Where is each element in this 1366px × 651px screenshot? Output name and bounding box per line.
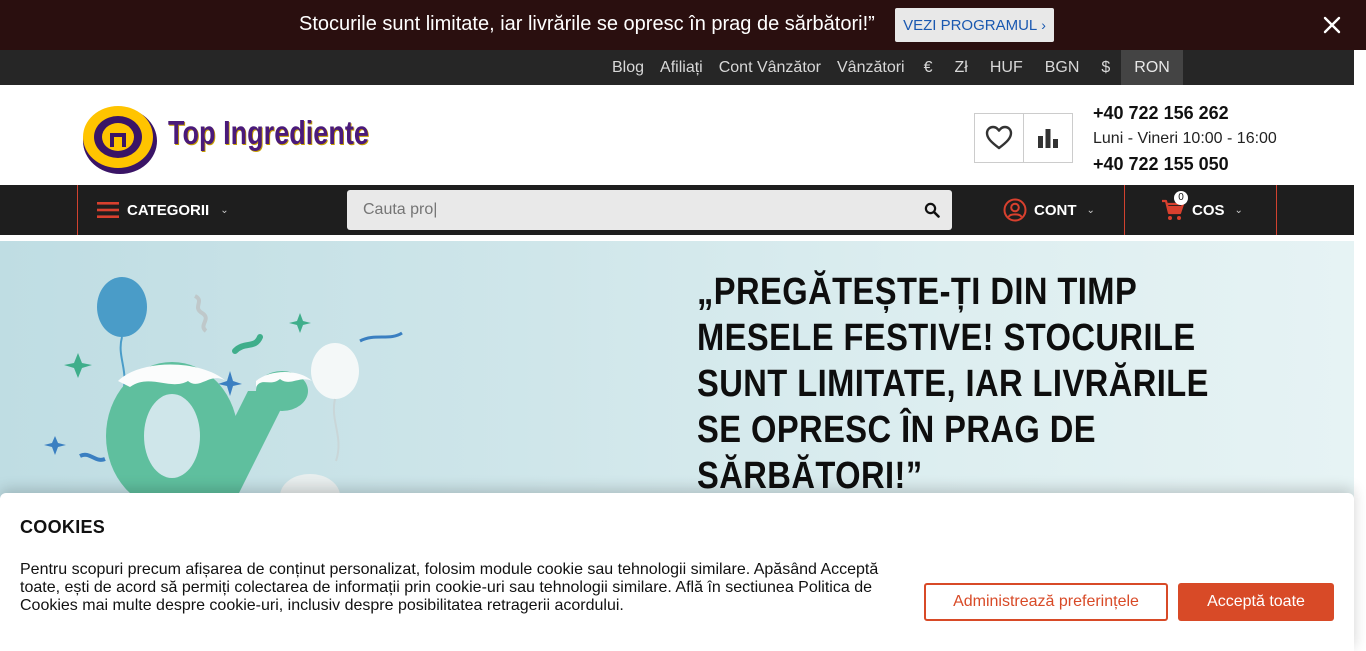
logo-text: Top Ingrediente	[168, 114, 369, 151]
cart-menu[interactable]: 0 COS ⌄	[1125, 185, 1277, 235]
accept-all-button[interactable]: Acceptă toate	[1178, 583, 1334, 621]
phone-secondary[interactable]: +40 722 155 050	[1093, 154, 1277, 179]
announcement-bar: Stocurile sunt limitate, iar livrările s…	[0, 0, 1366, 50]
compare-button[interactable]	[1023, 113, 1073, 163]
search-bar	[347, 190, 952, 230]
logo-emblem-icon	[83, 106, 157, 174]
business-hours: Luni - Vineri 10:00 - 16:00	[1093, 130, 1277, 147]
cookie-title: COOKIES	[20, 517, 106, 537]
view-schedule-label: VEZI PROGRAMUL	[903, 16, 1038, 34]
contact-info: +40 722 156 262 Luni - Vineri 10:00 - 16…	[1093, 103, 1277, 179]
hero-banner[interactable]: „Pregătește-ți din timp mesele festive! …	[0, 241, 1354, 501]
hamburger-icon	[97, 202, 119, 218]
cookie-banner: COOKIES Pentru scopuri precum afișarea d…	[0, 493, 1354, 651]
site-header: Top Ingrediente +40 722 156 262 Luni - V…	[0, 85, 1354, 185]
cookie-description: Pentru scopuri precum afișarea de conțin…	[20, 561, 879, 614]
heart-icon	[985, 125, 1013, 150]
cart-count-badge: 0	[1174, 191, 1188, 205]
account-menu[interactable]: CONT ⌄	[988, 185, 1125, 235]
top-links-bar: Blog Afiliați Cont Vânzător Vânzători € …	[0, 50, 1354, 85]
top-link-sellers[interactable]: Vânzători	[829, 50, 913, 85]
currency-pln[interactable]: Zł	[944, 50, 979, 85]
currency-bgn[interactable]: BGN	[1034, 50, 1091, 85]
festive-percent-illustration	[44, 277, 403, 501]
announcement-text: Stocurile sunt limitate, iar livrările s…	[299, 13, 875, 35]
chevron-right-icon: ›	[1041, 17, 1046, 33]
phone-primary[interactable]: +40 722 156 262	[1093, 103, 1277, 128]
search-icon[interactable]	[924, 202, 940, 218]
account-label: CONT	[1034, 201, 1077, 219]
currency-ron[interactable]: RON	[1121, 50, 1183, 85]
currency-eur[interactable]: €	[913, 50, 944, 85]
currency-usd[interactable]: $	[1090, 50, 1121, 85]
main-nav: CATEGORII ⌄ CONT ⌄ 0 COS ⌄	[0, 185, 1354, 235]
site-logo[interactable]: Top Ingrediente	[80, 99, 410, 175]
view-schedule-button[interactable]: VEZI PROGRAMUL ›	[895, 8, 1054, 42]
chevron-down-icon: ⌄	[1086, 204, 1095, 216]
top-link-affiliates[interactable]: Afiliați	[652, 50, 711, 85]
user-icon	[1003, 198, 1027, 222]
chevron-down-icon: ⌄	[1234, 204, 1243, 216]
currency-huf[interactable]: HUF	[979, 50, 1034, 85]
wishlist-button[interactable]	[974, 113, 1024, 163]
top-link-seller-account[interactable]: Cont Vânzător	[711, 50, 829, 85]
categories-label: CATEGORII	[127, 201, 210, 219]
bar-chart-icon	[1038, 129, 1058, 148]
chevron-down-icon: ⌄	[220, 204, 229, 216]
hero-title: „Pregătește-ți din timp mesele festive! …	[697, 271, 1209, 497]
cart-label: COS	[1192, 201, 1225, 219]
manage-preferences-button[interactable]: Administrează preferințele	[924, 583, 1168, 621]
top-link-blog[interactable]: Blog	[604, 50, 652, 85]
search-input[interactable]	[347, 190, 907, 230]
close-icon[interactable]	[1320, 13, 1344, 37]
categories-menu[interactable]: CATEGORII ⌄	[77, 185, 345, 235]
